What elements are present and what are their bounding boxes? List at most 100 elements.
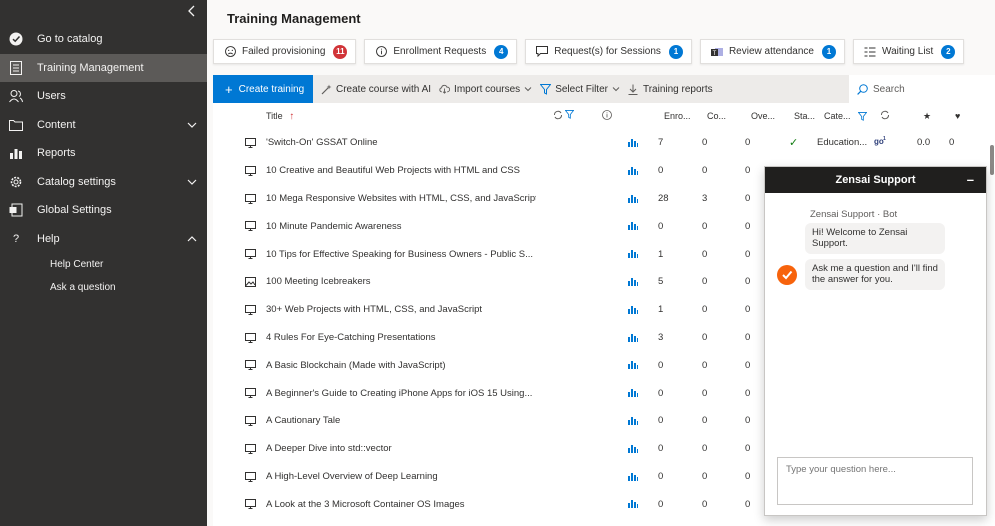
- cloud-download-icon: [439, 84, 451, 95]
- completed-count: 0: [702, 331, 708, 343]
- sidebar-item-reports[interactable]: Reports: [0, 139, 207, 168]
- overdue-count: 0: [745, 359, 751, 371]
- info-icon[interactable]: [602, 110, 612, 122]
- filter-icon: [540, 83, 552, 95]
- stats-chart-icon[interactable]: [628, 444, 638, 456]
- sidebar-item-training-management[interactable]: Training Management: [0, 53, 207, 82]
- sidebar-item-help[interactable]: ? Help: [0, 225, 207, 254]
- column-completed[interactable]: Co...: [707, 111, 726, 121]
- count-badge: 1: [822, 44, 836, 59]
- sidebar: Go to catalog Training Management Users …: [0, 0, 207, 526]
- training-title[interactable]: 10 Tips for Effective Speaking for Busin…: [266, 249, 533, 260]
- training-title[interactable]: A Basic Blockchain (Made with JavaScript…: [266, 360, 446, 371]
- search-box[interactable]: Search: [849, 75, 995, 103]
- card-session-requests[interactable]: Request(s) for Sessions 1: [525, 39, 692, 64]
- training-title[interactable]: 30+ Web Projects with HTML, CSS, and Jav…: [266, 304, 482, 315]
- stats-chart-icon[interactable]: [628, 388, 638, 400]
- card-waiting-list[interactable]: Waiting List 2: [853, 39, 965, 64]
- training-title[interactable]: 100 Meeting Icebreakers: [266, 276, 371, 287]
- completed-count: 0: [702, 248, 708, 260]
- sidebar-sub-ask-question[interactable]: Ask a question: [0, 276, 207, 299]
- count-badge: 1: [668, 44, 683, 59]
- chevron-down-icon[interactable]: [187, 120, 197, 132]
- overdue-count: 0: [745, 165, 751, 177]
- gear-icon: [9, 175, 23, 189]
- bot-avatar-icon: [777, 265, 797, 285]
- stats-chart-icon[interactable]: [628, 305, 638, 317]
- enrolled-count: 0: [658, 165, 664, 177]
- chevron-up-icon[interactable]: [187, 234, 197, 246]
- training-title[interactable]: 'Switch-On' GSSAT Online: [266, 137, 378, 148]
- stats-chart-icon[interactable]: [628, 221, 638, 233]
- training-title[interactable]: A High-Level Overview of Deep Learning: [266, 471, 438, 482]
- completed-count: 3: [702, 192, 708, 204]
- stats-chart-icon[interactable]: [628, 499, 638, 511]
- card-label: Enrollment Requests: [393, 46, 487, 57]
- table-row[interactable]: 'Switch-On' GSSAT Online 7 0 0 ✓ Education...…: [213, 129, 995, 157]
- card-label: Review attendance: [728, 46, 814, 57]
- stats-chart-icon[interactable]: [628, 472, 638, 484]
- training-title[interactable]: A Cautionary Tale: [266, 415, 340, 426]
- search-placeholder: Search: [873, 83, 905, 95]
- card-enrollment-requests[interactable]: Enrollment Requests 4: [364, 39, 518, 64]
- stats-chart-icon[interactable]: [628, 360, 638, 372]
- completed-count: 0: [702, 415, 708, 427]
- select-filter-button[interactable]: Select Filter: [540, 83, 620, 95]
- training-title[interactable]: 10 Mega Responsive Websites with HTML, C…: [266, 193, 536, 204]
- question-icon: ?: [12, 232, 20, 245]
- column-sync-filter[interactable]: [553, 110, 574, 122]
- column-category[interactable]: Cate...: [824, 111, 867, 121]
- column-sync-icon[interactable]: [880, 110, 890, 122]
- stats-chart-icon[interactable]: [628, 277, 638, 289]
- column-likes[interactable]: ♥: [955, 111, 960, 121]
- column-title[interactable]: Title ↑: [266, 111, 294, 122]
- sidebar-item-catalog-settings[interactable]: Catalog settings: [0, 168, 207, 197]
- sidebar-item-global-settings[interactable]: Global Settings: [0, 196, 207, 225]
- column-overdue[interactable]: Ove...: [751, 111, 775, 121]
- sidebar-item-users[interactable]: Users: [0, 82, 207, 111]
- monitor-icon: [245, 332, 256, 346]
- training-title[interactable]: A Beginner's Guide to Creating iPhone Ap…: [266, 388, 532, 399]
- import-courses-button[interactable]: Import courses: [439, 84, 532, 95]
- create-course-ai-button[interactable]: Create course with AI: [321, 84, 431, 95]
- card-review-attendance[interactable]: T Review attendance 1: [699, 39, 845, 64]
- stats-chart-icon[interactable]: [628, 166, 638, 178]
- create-training-button[interactable]: + Create training: [213, 75, 313, 103]
- stats-chart-icon[interactable]: [628, 333, 638, 345]
- stats-chart-icon[interactable]: [628, 194, 638, 206]
- card-failed-provisioning[interactable]: Failed provisioning 11: [213, 39, 357, 64]
- column-enrolled[interactable]: Enro...: [664, 111, 691, 121]
- sidebar-item-label: Catalog settings: [37, 175, 116, 188]
- chat-message: Ask me a question and I'll find the answ…: [805, 259, 945, 290]
- overdue-count: 0: [745, 192, 751, 204]
- stats-chart-icon[interactable]: [628, 416, 638, 428]
- filter-icon: [564, 110, 574, 122]
- completed-count: 0: [702, 498, 708, 510]
- chevron-down-icon[interactable]: [187, 177, 197, 189]
- enrolled-count: 7: [658, 137, 664, 149]
- stats-chart-icon[interactable]: [628, 249, 638, 261]
- training-title[interactable]: A Deeper Dive into std::vector: [266, 443, 392, 454]
- minimize-icon[interactable]: –: [967, 172, 974, 187]
- sidebar-item-content[interactable]: Content: [0, 111, 207, 140]
- chat-question-input[interactable]: [777, 457, 973, 505]
- monitor-icon: [245, 221, 256, 234]
- training-reports-button[interactable]: Training reports: [628, 84, 713, 95]
- column-status[interactable]: Sta...: [794, 111, 815, 121]
- sidebar-item-go-to-catalog[interactable]: Go to catalog: [0, 25, 207, 54]
- chat-sender: Zensai Support · Bot: [810, 209, 898, 220]
- training-title[interactable]: 4 Rules For Eye-Catching Presentations: [266, 332, 436, 343]
- count-badge: 2: [941, 44, 956, 59]
- training-title[interactable]: 10 Minute Pandemic Awareness: [266, 221, 402, 232]
- collapse-sidebar-icon[interactable]: [187, 5, 197, 20]
- column-rating[interactable]: ★: [923, 111, 931, 122]
- likes-count: 0: [949, 137, 955, 149]
- sidebar-item-label: Content: [37, 118, 76, 131]
- completed-count: 0: [702, 443, 708, 455]
- training-title[interactable]: A Look at the 3 Microsoft Container OS I…: [266, 499, 465, 510]
- overdue-count: 0: [745, 443, 751, 455]
- sidebar-sub-help-center[interactable]: Help Center: [0, 253, 207, 276]
- stats-chart-icon[interactable]: [628, 138, 638, 150]
- scrollbar-thumb[interactable]: [990, 145, 994, 175]
- training-title[interactable]: 10 Creative and Beautiful Web Projects w…: [266, 165, 520, 176]
